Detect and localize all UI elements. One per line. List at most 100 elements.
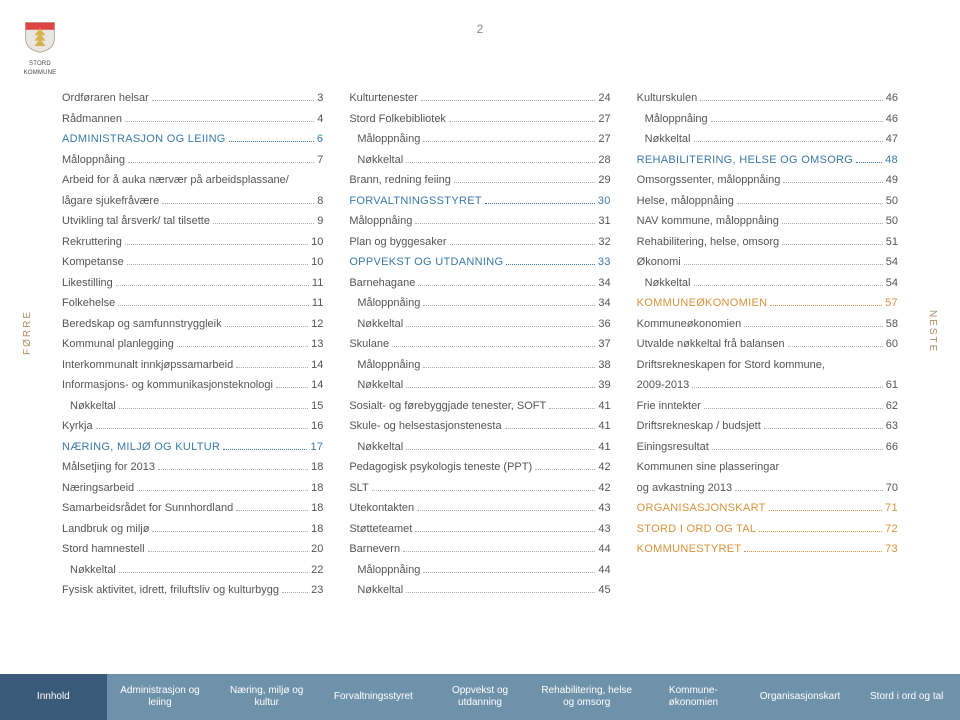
- toc-entry[interactable]: lågare sjukefråvære8: [62, 191, 323, 212]
- toc-entry[interactable]: Likestilling11: [62, 273, 323, 294]
- toc-entry[interactable]: Nøkkeltal39: [349, 375, 610, 396]
- toc-entry[interactable]: Ordføraren helsar3: [62, 88, 323, 109]
- toc-entry[interactable]: Folkehelse11: [62, 293, 323, 314]
- toc-entry[interactable]: Utekontakten43: [349, 498, 610, 519]
- toc-entry[interactable]: Driftsrekneskapen for Stord kommune,: [637, 355, 898, 376]
- toc-page: 14: [311, 375, 323, 396]
- toc-entry[interactable]: Måloppnåing7: [62, 150, 323, 171]
- toc-entry[interactable]: Utvikling tal årsverk/ tal tilsette9: [62, 211, 323, 232]
- toc-entry[interactable]: Rehabilitering, helse, omsorg51: [637, 232, 898, 253]
- toc-entry[interactable]: Kulturskulen46: [637, 88, 898, 109]
- toc-entry[interactable]: Skule- og helsestasjonstenesta41: [349, 416, 610, 437]
- toc-entry[interactable]: Sosialt- og førebyggjade tenester, SOFT4…: [349, 396, 610, 417]
- toc-entry[interactable]: Nøkkeltal54: [637, 273, 898, 294]
- toc-label: Utekontakten: [349, 498, 414, 519]
- toc-page: 14: [311, 355, 323, 376]
- toc-entry[interactable]: Kulturtenester24: [349, 88, 610, 109]
- toc-entry[interactable]: Nøkkeltal22: [62, 560, 323, 581]
- toc-entry[interactable]: Barnehagane34: [349, 273, 610, 294]
- toc-entry[interactable]: Måloppnåing38: [349, 355, 610, 376]
- toc-entry[interactable]: Plan og byggesaker32: [349, 232, 610, 253]
- toc-dots: [223, 449, 307, 450]
- toc-entry[interactable]: Måloppnåing44: [349, 560, 610, 581]
- toc-entry[interactable]: Rekruttering10: [62, 232, 323, 253]
- toc-entry[interactable]: Næringsarbeid18: [62, 478, 323, 499]
- next-page-label[interactable]: NESTE: [927, 310, 938, 353]
- toc-entry[interactable]: Skulane37: [349, 334, 610, 355]
- toc-entry[interactable]: Pedagogisk psykologis teneste (PPT)42: [349, 457, 610, 478]
- toc-entry[interactable]: Frie inntekter62: [637, 396, 898, 417]
- toc-entry[interactable]: Økonomi54: [637, 252, 898, 273]
- toc-entry[interactable]: Driftsrekneskap / budsjett63: [637, 416, 898, 437]
- toc-entry[interactable]: Måloppnåing46: [637, 109, 898, 130]
- toc-label: Stord Folkebibliotek: [349, 109, 446, 130]
- nav-item[interactable]: Næring, miljø og kultur: [213, 674, 320, 720]
- toc-entry[interactable]: Kommunen sine plasseringar: [637, 457, 898, 478]
- toc-entry[interactable]: Stord hamnestell20: [62, 539, 323, 560]
- nav-item[interactable]: Rehabilitering, helse og omsorg: [533, 674, 640, 720]
- nav-item[interactable]: Organisasjonskart: [747, 674, 854, 720]
- toc-page: 46: [886, 88, 898, 109]
- toc-entry[interactable]: Interkommunalt innkjøpssamarbeid14: [62, 355, 323, 376]
- toc-entry[interactable]: Beredskap og samfunnstryggleik12: [62, 314, 323, 335]
- toc-entry[interactable]: Brann, redning feiing29: [349, 170, 610, 191]
- toc-dots: [549, 408, 595, 409]
- toc-entry[interactable]: Informasjons- og kommunikasjonsteknologi…: [62, 375, 323, 396]
- toc-entry[interactable]: Nøkkeltal28: [349, 150, 610, 171]
- toc-entry[interactable]: NAV kommune, måloppnåing50: [637, 211, 898, 232]
- toc-entry[interactable]: Kompetanse10: [62, 252, 323, 273]
- toc-entry[interactable]: OPPVEKST OG UTDANNING33: [349, 252, 610, 273]
- toc-entry[interactable]: Nøkkeltal15: [62, 396, 323, 417]
- toc-entry[interactable]: Støtteteamet43: [349, 519, 610, 540]
- toc-entry[interactable]: Utvalde nøkkeltal frå balansen60: [637, 334, 898, 355]
- toc-entry[interactable]: Landbruk og miljø18: [62, 519, 323, 540]
- toc-entry[interactable]: SLT42: [349, 478, 610, 499]
- toc-entry[interactable]: KOMMUNEØKONOMIEN57: [637, 293, 898, 314]
- toc-entry[interactable]: Rådmannen4: [62, 109, 323, 130]
- toc-label: Driftsrekneskap / budsjett: [637, 416, 761, 437]
- toc-entry[interactable]: Nøkkeltal36: [349, 314, 610, 335]
- toc-entry[interactable]: 2009-201361: [637, 375, 898, 396]
- toc-entry[interactable]: NÆRING, MILJØ OG KULTUR17: [62, 437, 323, 458]
- toc-page: 30: [598, 191, 611, 212]
- toc-entry[interactable]: Arbeid for å auka nærvær på arbeidsplass…: [62, 170, 323, 191]
- nav-item[interactable]: Stord i ord og tal: [853, 674, 960, 720]
- toc-entry[interactable]: Stord Folkebibliotek27: [349, 109, 610, 130]
- toc-entry[interactable]: Einingsresultat66: [637, 437, 898, 458]
- toc-label: Folkehelse: [62, 293, 115, 314]
- toc-entry[interactable]: ORGANISASJONSKART71: [637, 498, 898, 519]
- toc-entry[interactable]: Samarbeidsrådet for Sunnhordland18: [62, 498, 323, 519]
- toc-entry[interactable]: Kommunal planlegging13: [62, 334, 323, 355]
- toc-entry[interactable]: REHABILITERING, HELSE OG OMSORG48: [637, 150, 898, 171]
- toc-label: Nøkkeltal: [349, 437, 403, 458]
- toc-dots: [406, 387, 595, 388]
- toc-entry[interactable]: Omsorgssenter, måloppnåing49: [637, 170, 898, 191]
- toc-dots: [406, 449, 595, 450]
- toc-entry[interactable]: FORVALTNINGSSTYRET30: [349, 191, 610, 212]
- toc-entry[interactable]: Helse, måloppnåing50: [637, 191, 898, 212]
- toc-entry[interactable]: Kyrkja16: [62, 416, 323, 437]
- toc-entry[interactable]: Nøkkeltal47: [637, 129, 898, 150]
- toc-entry[interactable]: Barnevern44: [349, 539, 610, 560]
- nav-item[interactable]: Oppvekst og utdanning: [427, 674, 534, 720]
- nav-item[interactable]: Forvaltningsstyret: [320, 674, 427, 720]
- toc-entry[interactable]: Nøkkeltal45: [349, 580, 610, 601]
- toc-entry[interactable]: Målsetjing for 201318: [62, 457, 323, 478]
- toc-entry[interactable]: Kommuneøkonomien58: [637, 314, 898, 335]
- toc-entry[interactable]: og avkastning 201370: [637, 478, 898, 499]
- toc-label: Rådmannen: [62, 109, 122, 130]
- toc-entry[interactable]: Måloppnåing31: [349, 211, 610, 232]
- nav-item[interactable]: Administrasjon og leiing: [107, 674, 214, 720]
- toc-dots: [694, 141, 883, 142]
- toc-entry[interactable]: ADMINISTRASJON OG LEIING6: [62, 129, 323, 150]
- toc-entry[interactable]: KOMMUNESTYRET73: [637, 539, 898, 560]
- toc-entry[interactable]: Nøkkeltal41: [349, 437, 610, 458]
- toc-entry[interactable]: STORD I ORD OG TAL72: [637, 519, 898, 540]
- nav-item[interactable]: Kommune- økonomien: [640, 674, 747, 720]
- nav-item[interactable]: Innhold: [0, 674, 107, 720]
- toc-entry[interactable]: Måloppnåing34: [349, 293, 610, 314]
- toc-entry[interactable]: Måloppnåing27: [349, 129, 610, 150]
- prev-page-label[interactable]: FØRRE: [22, 310, 33, 355]
- toc-entry[interactable]: Fysisk aktivitet, idrett, friluftsliv og…: [62, 580, 323, 601]
- toc-label: SLT: [349, 478, 368, 499]
